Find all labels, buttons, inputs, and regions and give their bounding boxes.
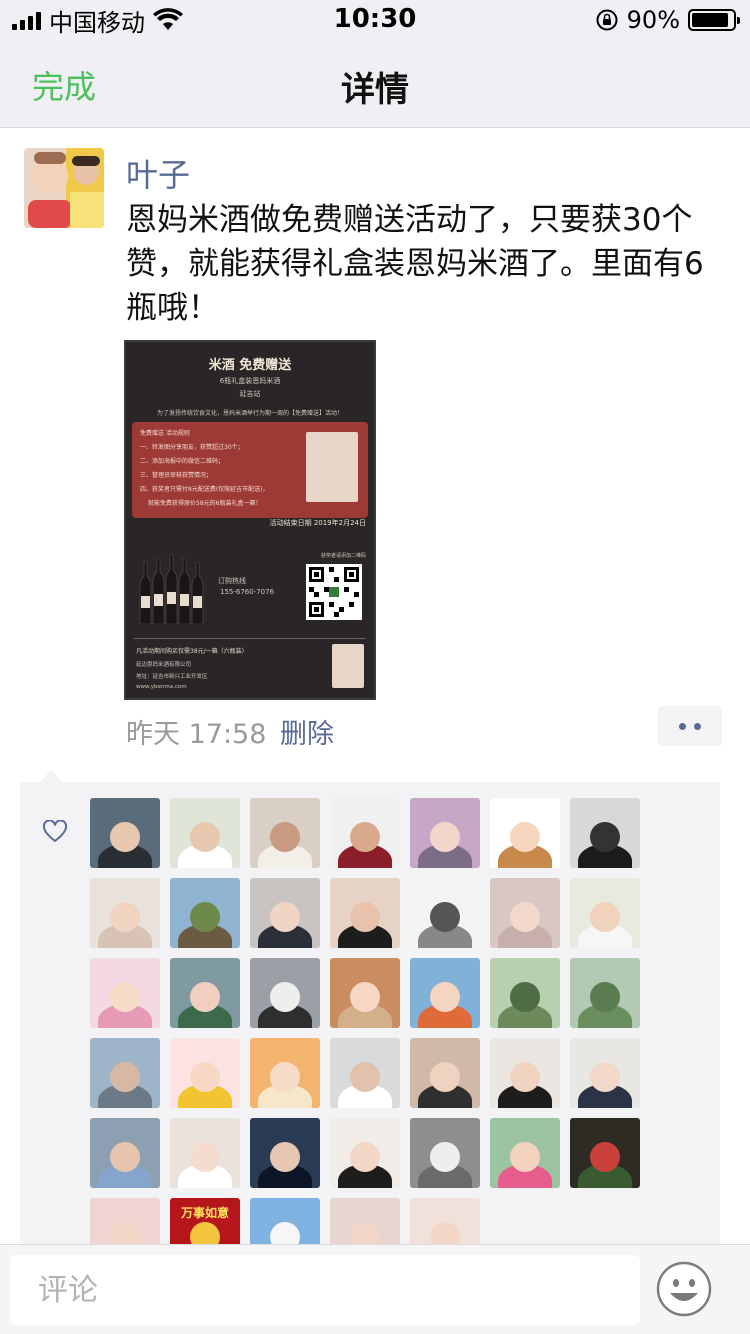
more-dot-icon xyxy=(679,722,686,730)
liker-avatar[interactable] xyxy=(250,1118,320,1188)
post-image[interactable]: 米酒 免费赠送 6瓶礼盒装恩妈米酒 延吉站 为了发扬传统饮食文化，恩妈米酒举行为… xyxy=(124,340,376,700)
heart-outline-icon xyxy=(42,820,68,842)
liker-avatar[interactable] xyxy=(170,798,240,868)
liker-avatar[interactable] xyxy=(570,878,640,948)
poster-end-date: 活动结束日期 2019年2月24日 xyxy=(269,519,366,527)
page-title: 详情 xyxy=(341,70,409,110)
liker-avatar[interactable] xyxy=(250,798,320,868)
liker-avatar[interactable] xyxy=(170,878,240,948)
liker-avatar[interactable] xyxy=(490,1118,560,1188)
poster-subtitle: 6瓶礼盒装恩妈米酒 xyxy=(219,377,281,385)
more-dot-icon xyxy=(694,722,701,730)
liker-avatar[interactable] xyxy=(330,958,400,1028)
poster-title: 米酒 免费赠送 xyxy=(208,358,292,373)
poster-qr-caption: 获奖者请添加二维码 xyxy=(320,553,366,559)
nav-bar: 完成 详情 xyxy=(0,40,750,128)
post-text: 恩妈米酒做免费赠送活动了，只要获30个赞，就能获得礼盒装恩妈米酒了。里面有6瓶哦… xyxy=(126,202,704,326)
more-actions-button[interactable] xyxy=(658,706,722,746)
likes-arrow xyxy=(40,770,62,782)
liker-avatar[interactable] xyxy=(490,798,560,868)
liker-avatar[interactable] xyxy=(410,1038,480,1108)
liker-avatar[interactable] xyxy=(330,1118,400,1188)
liker-avatar[interactable] xyxy=(170,1038,240,1108)
liker-avatar[interactable] xyxy=(250,958,320,1028)
liker-avatar[interactable] xyxy=(170,958,240,1028)
battery-fill xyxy=(692,13,728,27)
poster-hotline-label: 订购热线 xyxy=(218,577,246,585)
status-bar: 中国移动 10:30 90% xyxy=(0,0,750,40)
liker-avatar[interactable] xyxy=(490,958,560,1028)
rotation-lock-icon xyxy=(596,9,618,31)
liker-avatar[interactable] xyxy=(410,878,480,948)
comment-input[interactable] xyxy=(10,1255,640,1325)
poster-location: 延吉站 xyxy=(239,390,261,398)
battery-icon xyxy=(688,9,740,31)
battery-percent: 90% xyxy=(626,6,680,34)
post-time: 昨天 17:58 xyxy=(126,719,267,750)
poster-rule: 就能免费获得原价58元的6瓶装礼盒一箱！ xyxy=(148,500,262,507)
liker-avatar[interactable] xyxy=(90,1118,160,1188)
liker-avatar[interactable] xyxy=(90,798,160,868)
wine-bottles-image xyxy=(139,553,204,624)
liker-avatar[interactable] xyxy=(90,878,160,948)
liker-avatar[interactable] xyxy=(410,1118,480,1188)
liker-avatar-grid: 万事如意 xyxy=(90,798,650,1252)
author-name[interactable]: 叶子 xyxy=(126,150,190,196)
poster-rule: 免费赠送 活动规则 xyxy=(140,430,190,437)
poster-rule: 三、管理员审核获赞情况； xyxy=(140,472,213,479)
liker-avatar[interactable] xyxy=(570,958,640,1028)
author-avatar[interactable] xyxy=(24,148,104,228)
liker-avatar[interactable] xyxy=(570,798,640,868)
liker-avatar[interactable] xyxy=(330,798,400,868)
liker-avatar[interactable] xyxy=(490,1038,560,1108)
poster-rule: 四、获奖者只需付8元配送费(仅限延吉市配送)， xyxy=(140,486,269,493)
poster-hotline-number: 155-6760-7076 xyxy=(220,588,275,596)
liker-avatar[interactable] xyxy=(570,1118,640,1188)
likes-panel: 万事如意 xyxy=(20,782,720,1252)
poster-footer-line: www.ybenma.com xyxy=(136,684,187,690)
liker-avatar-label: 万事如意 xyxy=(180,1206,229,1220)
liker-avatar[interactable] xyxy=(330,1038,400,1108)
status-right: 90% xyxy=(595,6,740,34)
liker-avatar[interactable] xyxy=(170,1118,240,1188)
liker-avatar[interactable] xyxy=(490,878,560,948)
liker-avatar[interactable] xyxy=(250,1038,320,1108)
comment-bar xyxy=(0,1244,750,1334)
poster-rules-panel: 免费赠送 活动规则 一、转发图分享朋友，获赞超过30个； 二、添加海报中的微信二… xyxy=(132,422,368,518)
gift-box-small-image xyxy=(332,644,364,688)
poster-footer-line: 凡活动期间购买仅需38元/一箱（六瓶装） xyxy=(136,648,248,655)
poster-intro: 为了发扬传统饮食文化，恩妈米酒举行为期一周的【免费赠送】活动！ xyxy=(156,410,343,417)
liker-avatar[interactable] xyxy=(90,1038,160,1108)
qr-code-image xyxy=(306,564,362,620)
smiley-icon[interactable] xyxy=(656,1261,712,1317)
liker-avatar[interactable] xyxy=(410,798,480,868)
poster-rule: 一、转发图分享朋友，获赞超过30个； xyxy=(140,444,244,451)
poster-footer-line: 地址：延吉市新兴工业开发区 xyxy=(136,674,208,680)
liker-avatar[interactable] xyxy=(330,878,400,948)
liker-avatar[interactable] xyxy=(570,1038,640,1108)
poster-rule: 二、添加海报中的微信二维码； xyxy=(140,458,225,465)
liker-avatar[interactable] xyxy=(90,958,160,1028)
liker-avatar[interactable] xyxy=(250,878,320,948)
delete-link[interactable]: 删除 xyxy=(280,712,334,751)
liker-avatar[interactable] xyxy=(410,958,480,1028)
gift-box-image xyxy=(306,432,358,502)
poster-footer-line: 延边恩妈米酒有限公司 xyxy=(136,662,192,668)
